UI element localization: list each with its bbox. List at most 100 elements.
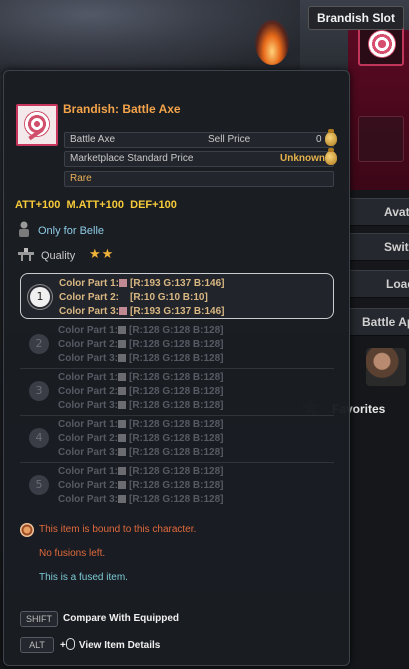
mouse-icon <box>65 638 75 650</box>
color-part-label: Color Part 2: <box>58 339 119 350</box>
market-price-value: Unknown <box>280 153 325 164</box>
color-part-value: [R:128 G:128 B:128] <box>129 372 224 383</box>
color-part-1: Color Part 1: [R:128 G:128 B:128] <box>58 372 223 383</box>
slot-tooltip: Brandish Slot <box>308 6 405 30</box>
item-icon <box>16 104 58 146</box>
item-grade: Rare <box>70 173 92 184</box>
color-part-label: Color Part 3: <box>58 400 119 411</box>
restriction-text: Only for Belle <box>38 225 105 237</box>
color-part-value: [R:128 G:128 B:128] <box>129 494 224 505</box>
color-part-label: Color Part 2: <box>58 386 119 397</box>
color-part-label: Color Part 1: <box>58 325 119 336</box>
color-swatch <box>118 448 126 456</box>
character-icon <box>19 221 29 237</box>
item-name: Brandish: Battle Axe <box>63 102 181 116</box>
bound-icon <box>20 523 34 537</box>
coin-icon <box>325 129 337 146</box>
side-button-switch[interactable]: Switc <box>350 233 409 261</box>
quality-icon <box>18 248 34 261</box>
color-part-2: Color Part 2: [R:10 G:10 B:10] <box>59 292 208 303</box>
avatar[interactable] <box>366 348 406 386</box>
color-swatch <box>118 387 126 395</box>
color-part-label: Color Part 3: <box>59 306 120 317</box>
campfire <box>255 20 289 65</box>
color-part-1: Color Part 1: [R:193 G:137 B:146] <box>59 278 224 289</box>
color-part-label: Color Part 1: <box>59 278 120 289</box>
color-part-label: Color Part 2: <box>58 480 119 491</box>
fusion-notice: No fusions left. <box>39 548 106 559</box>
coin-icon <box>325 148 337 165</box>
item-type: Battle Axe <box>70 134 116 145</box>
color-part-value: [R:128 G:128 B:128] <box>129 400 224 411</box>
color-swatch <box>118 434 126 442</box>
side-button-battle-appearance[interactable]: Battle Ap <box>350 308 409 336</box>
color-swatch <box>118 420 126 428</box>
quality-stars: ★★ <box>89 247 115 262</box>
color-part-label: Color Part 1: <box>58 466 119 477</box>
color-part-value: [R:128 G:128 B:128] <box>129 433 224 444</box>
alt-key: ALT <box>20 637 54 653</box>
color-set-3[interactable]: 3 Color Part 1: [R:128 G:128 B:128] Color… <box>20 368 334 414</box>
color-swatch <box>118 495 126 503</box>
fused-notice: This is a fused item. <box>39 572 128 583</box>
equipment-slot[interactable] <box>358 116 404 162</box>
color-set-number: 5 <box>29 475 49 495</box>
color-part-label: Color Part 2: <box>59 292 120 303</box>
color-set-5[interactable]: 5 Color Part 1: [R:128 G:128 B:128] Color… <box>20 462 334 508</box>
market-price-row: Marketplace Standard Price Unknown <box>64 148 337 167</box>
sell-price-value: 0 <box>316 134 322 145</box>
color-part-value: [R:193 G:137 B:146] <box>130 278 225 289</box>
color-part-value: [R:128 G:128 B:128] <box>129 339 224 350</box>
shift-key: SHIFT <box>20 611 58 627</box>
color-part-value: [R:128 G:128 B:128] <box>129 419 224 430</box>
grade-row: Rare <box>64 171 334 187</box>
color-swatch <box>118 401 126 409</box>
color-set-number: 3 <box>29 381 49 401</box>
color-part-value: [R:128 G:128 B:128] <box>129 325 224 336</box>
color-part-1: Color Part 1: [R:128 G:128 B:128] <box>58 325 223 336</box>
color-part-2: Color Part 2: [R:128 G:128 B:128] <box>58 339 223 350</box>
color-part-label: Color Part 3: <box>58 353 119 364</box>
color-set-number: 1 <box>30 287 50 307</box>
quality-label: Quality <box>41 250 76 262</box>
color-swatch <box>118 373 126 381</box>
color-swatch <box>119 307 127 315</box>
color-part-label: Color Part 3: <box>58 447 119 458</box>
color-part-label: Color Part 1: <box>58 372 119 383</box>
item-type-row: Battle Axe Sell Price 0 <box>64 129 337 148</box>
color-part-value: [R:10 G:10 B:10] <box>130 292 208 303</box>
details-hint: + View Item Details <box>60 638 160 651</box>
bound-notice: This item is bound to this character. <box>39 524 197 535</box>
color-set-2[interactable]: 2 Color Part 1: [R:128 G:128 B:128] Color… <box>20 321 334 367</box>
color-set-4[interactable]: 4 Color Part 1: [R:128 G:128 B:128] Color… <box>20 415 334 461</box>
target-item-icon <box>368 30 396 58</box>
color-part-value: [R:193 G:137 B:146] <box>130 306 225 317</box>
color-part-2: Color Part 2: [R:128 G:128 B:128] <box>58 480 223 491</box>
details-hint-label: View Item Details <box>78 640 161 651</box>
color-set-number: 2 <box>29 334 49 354</box>
sell-price-label: Sell Price <box>208 134 251 145</box>
side-button-load[interactable]: Load <box>350 270 409 298</box>
color-part-2: Color Part 2: [R:128 G:128 B:128] <box>58 386 223 397</box>
color-part-value: [R:128 G:128 B:128] <box>129 353 224 364</box>
item-stats: ATT+100 M.ATT+100 DEF+100 <box>15 199 177 211</box>
side-button-avatar[interactable]: Avata <box>350 198 409 226</box>
plus-sign: + <box>60 640 66 651</box>
item-tooltip: Brandish: Battle Axe Battle Axe Sell Pri… <box>3 70 350 666</box>
color-part-label: Color Part 3: <box>58 494 119 505</box>
color-swatch <box>118 354 126 362</box>
color-set-1[interactable]: 1 Color Part 1: [R:193 G:137 B:146] Color… <box>20 273 334 319</box>
color-part-1: Color Part 1: [R:128 G:128 B:128] <box>58 419 223 430</box>
market-price-label: Marketplace Standard Price <box>70 153 194 164</box>
color-part-3: Color Part 3: [R:128 G:128 B:128] <box>58 494 223 505</box>
color-swatch <box>118 481 126 489</box>
color-part-3: Color Part 3: [R:128 G:128 B:128] <box>58 353 223 364</box>
color-part-value: [R:128 G:128 B:128] <box>129 386 224 397</box>
color-set-number: 4 <box>29 428 49 448</box>
color-swatch <box>118 326 126 334</box>
color-swatch <box>118 467 126 475</box>
color-swatch <box>119 279 127 287</box>
color-part-label: Color Part 1: <box>58 419 119 430</box>
color-part-3: Color Part 3: [R:128 G:128 B:128] <box>58 447 223 458</box>
color-part-2: Color Part 2: [R:128 G:128 B:128] <box>58 433 223 444</box>
